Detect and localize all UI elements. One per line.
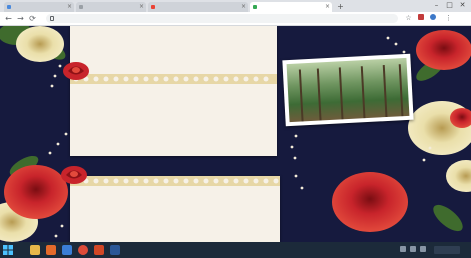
address-bar[interactable] — [46, 14, 398, 23]
extension-icon[interactable] — [416, 14, 425, 23]
word-icon[interactable] — [110, 245, 120, 255]
browser-tab-3[interactable]: × — [148, 2, 248, 12]
forward-button[interactable]: → — [16, 14, 25, 23]
reload-button[interactable]: ⟳ — [28, 14, 37, 23]
start-button-icon[interactable] — [3, 245, 13, 255]
presentation-slide — [0, 26, 471, 242]
tray-icon[interactable] — [410, 246, 416, 252]
tray-icon[interactable] — [400, 246, 406, 252]
new-tab-button[interactable]: + — [336, 2, 345, 11]
lace-border — [70, 74, 277, 84]
minimize-button[interactable]: – — [432, 1, 441, 10]
browser-icon[interactable] — [62, 245, 72, 255]
close-window-button[interactable]: ✕ — [458, 1, 467, 10]
forest-photo — [282, 53, 414, 127]
browser-toolbar: ← → ⟳ ☆ ⋮ — [0, 12, 471, 26]
favicon-icon — [253, 5, 257, 9]
bottom-caption-card — [70, 176, 280, 242]
favicon-icon — [151, 5, 155, 9]
top-caption-card — [70, 26, 277, 156]
rose-icon — [61, 166, 87, 184]
forest-image — [286, 57, 410, 123]
close-tab-icon[interactable]: × — [325, 3, 330, 11]
clock-area[interactable] — [434, 246, 460, 254]
maximize-button[interactable]: □ — [445, 1, 454, 10]
browser-tab-2[interactable]: × — [76, 2, 146, 12]
bookmark-star-icon[interactable]: ☆ — [404, 14, 413, 23]
media-icon[interactable] — [46, 245, 56, 255]
explorer-icon[interactable] — [30, 245, 40, 255]
extension-icon[interactable] — [428, 14, 437, 23]
tab-bar: × × × × + – □ ✕ — [0, 0, 471, 12]
favicon-icon — [7, 5, 11, 9]
browser-tab-1[interactable]: × — [4, 2, 74, 12]
rose-icon — [63, 62, 89, 80]
powerpoint-icon[interactable] — [94, 245, 104, 255]
browser-tab-4[interactable]: × — [250, 2, 332, 12]
menu-icon[interactable]: ⋮ — [444, 14, 453, 23]
taskbar — [0, 242, 471, 258]
close-tab-icon[interactable]: × — [241, 3, 246, 11]
tray-icon[interactable] — [420, 246, 426, 252]
close-tab-icon[interactable]: × — [139, 3, 144, 11]
favicon-icon — [79, 5, 83, 9]
lock-icon — [50, 16, 54, 21]
chrome-icon[interactable] — [78, 245, 88, 255]
lace-border — [70, 176, 280, 186]
back-button[interactable]: ← — [4, 14, 13, 23]
close-tab-icon[interactable]: × — [67, 3, 72, 11]
